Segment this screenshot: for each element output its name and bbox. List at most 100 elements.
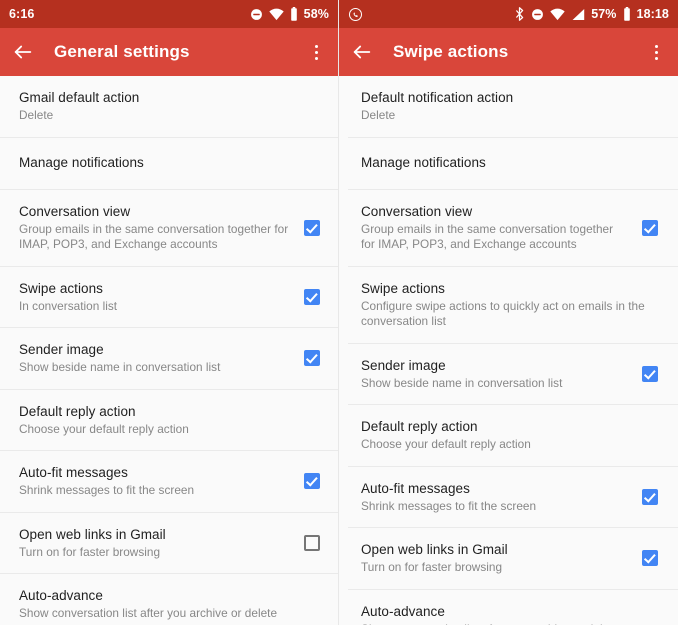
list-item[interactable]: Auto-advance Show conversation list afte… [348,589,678,625]
cell-signal-icon [571,8,585,21]
more-options-icon[interactable] [646,41,666,63]
list-item-title: Sender image [19,342,104,357]
checkbox-slot [290,219,320,236]
do-not-disturb-icon [250,8,263,21]
list-item-subtitle: Group emails in the same conversation to… [19,221,289,252]
left-status-bar: 6:16 58% [0,0,338,28]
list-item-title: Swipe actions [361,280,445,296]
conversation-view-checkbox[interactable] [304,219,320,236]
open-web-links-checkbox[interactable] [642,550,658,567]
left-status-bar-icons: 58% [250,7,329,21]
list-item[interactable]: Default notification action Delete [348,76,678,138]
back-arrow-icon[interactable] [351,41,373,63]
list-item[interactable]: Conversation view Group emails in the sa… [0,189,338,267]
battery-percent-label: 58% [303,7,329,21]
list-item[interactable]: Conversation view Group emails in the sa… [348,189,678,267]
right-status-bar: 57% 18:18 [339,0,678,28]
list-item[interactable]: Gmail default action Delete [0,76,338,138]
list-item-title: Open web links in Gmail [19,526,166,542]
list-item-title: Conversation view [361,203,473,219]
list-item-texts: Open web links in Gmail Turn on for fast… [361,541,628,576]
bluetooth-icon [514,7,525,21]
list-item-texts: Manage notifications [361,154,658,172]
list-item-subtitle: Turn on for faster browsing [19,544,161,559]
list-item-texts: Auto-fit messages Shrink messages to fit… [361,480,628,515]
wifi-icon [550,8,565,21]
list-item-texts: Default notification action Delete [361,89,658,124]
list-item[interactable]: Sender image Show beside name in convers… [0,328,338,390]
status-bar-clock: 18:18 [636,7,669,21]
left-status-bar-time-group: 6:16 [9,7,34,21]
list-item-texts: Auto-advance Show conversation list afte… [361,603,658,625]
list-item-texts: Sender image Show beside name in convers… [361,357,628,392]
list-item-subtitle: Show beside name in conversation list [19,360,221,374]
checkbox-slot [628,365,658,382]
more-options-icon[interactable] [306,41,326,63]
checkbox-slot [628,219,658,236]
list-item[interactable]: Swipe actions In conversation list [0,266,338,328]
battery-icon [290,7,298,21]
sender-image-checkbox[interactable] [304,350,320,367]
swipe-actions-checkbox[interactable] [304,288,320,305]
right-phone-screen: 57% 18:18 Swipe actions Default notifica… [338,0,678,625]
left-settings-list[interactable]: Gmail default action Delete Manage notif… [0,76,338,625]
list-item-texts: Swipe actions Configure swipe actions to… [361,280,658,330]
list-item[interactable]: Auto-advance Show conversation list afte… [0,574,338,625]
list-item[interactable]: Sender image Show beside name in convers… [348,343,678,405]
sender-image-checkbox[interactable] [642,365,658,382]
list-item-texts: Open web links in Gmail Turn on for fast… [19,526,290,561]
list-item-title: Sender image [361,357,446,373]
wifi-icon [268,8,284,21]
right-settings-list[interactable]: Default notification action Delete Manag… [339,76,678,625]
list-item[interactable]: Default reply action Choose your default… [0,389,338,451]
right-settings-list-inner: Default notification action Delete Manag… [339,76,678,625]
page-title: Swipe actions [393,42,509,61]
checkbox-slot [290,534,320,551]
back-arrow-icon[interactable] [12,41,34,63]
battery-percent-label: 57% [591,7,617,21]
list-item[interactable]: Manage notifications [0,137,338,190]
checkbox-slot [628,488,658,505]
list-item[interactable]: Swipe actions Configure swipe actions to… [348,266,678,344]
status-bar-clock: 6:16 [9,7,35,21]
right-status-bar-icons: 57% 18:18 [514,7,669,21]
list-item-texts: Conversation view Group emails in the sa… [19,203,290,253]
right-app-bar: Swipe actions [339,28,678,76]
left-phone-screen: 6:16 58% General settings Gmail default … [0,0,338,625]
list-item-title: Auto-fit messages [361,480,470,496]
list-item-texts: Conversation view Group emails in the sa… [361,203,628,253]
list-item-subtitle: Show conversation list after you archive… [361,622,658,625]
do-not-disturb-icon [531,8,544,21]
left-app-bar: General settings [0,28,338,76]
conversation-view-checkbox[interactable] [642,219,658,236]
list-item-subtitle: Delete [361,108,396,122]
list-item-texts: Default reply action Choose your default… [361,418,658,453]
list-item[interactable]: Auto-fit messages Shrink messages to fit… [348,466,678,528]
list-item-title: Auto-advance [19,588,103,603]
list-item-texts: Default reply action Choose your default… [19,403,320,438]
list-item-subtitle: Choose your default reply action [361,437,531,451]
open-web-links-checkbox[interactable] [304,534,320,551]
list-item-title: Auto-fit messages [19,465,128,480]
list-item-texts: Auto-advance Show conversation list afte… [19,587,320,622]
list-item-title: Default notification action [361,90,514,105]
list-item-subtitle: Configure swipe actions to quickly act o… [361,298,645,329]
list-item[interactable]: Manage notifications [348,137,678,190]
list-item-texts: Swipe actions In conversation list [19,280,290,315]
list-item-texts: Gmail default action Delete [19,89,320,124]
list-item-subtitle: Turn on for faster browsing [361,560,503,574]
auto-fit-messages-checkbox[interactable] [304,473,320,490]
list-item[interactable]: Default reply action Choose your default… [348,405,678,467]
list-item-texts: Auto-fit messages Shrink messages to fit… [19,464,290,499]
left-settings-list-inner: Gmail default action Delete Manage notif… [0,76,338,625]
list-item[interactable]: Open web links in Gmail Turn on for fast… [0,512,338,574]
list-item-title: Conversation view [19,203,131,219]
list-item-title: Manage notifications [361,154,486,170]
dual-screenshot-comparison: 6:16 58% General settings Gmail default … [0,0,678,625]
battery-icon [623,7,631,21]
auto-fit-messages-checkbox[interactable] [642,488,658,505]
list-item[interactable]: Open web links in Gmail Turn on for fast… [348,528,678,590]
list-item[interactable]: Auto-fit messages Shrink messages to fit… [0,451,338,513]
whatsapp-icon [348,7,363,22]
list-item-subtitle: Show beside name in conversation list [361,375,563,390]
